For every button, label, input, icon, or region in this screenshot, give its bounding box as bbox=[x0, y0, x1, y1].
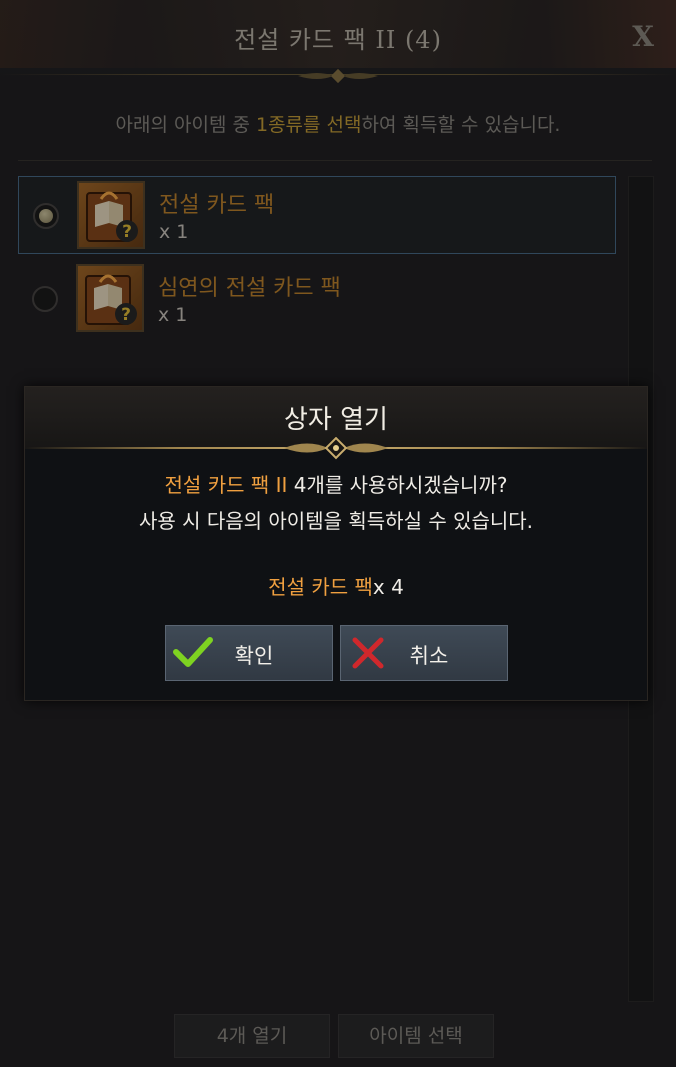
dialog-description: 사용 시 다음의 아이템을 획득하실 수 있습니다. bbox=[138, 509, 534, 533]
confirm-button[interactable]: 확인 bbox=[165, 625, 333, 681]
dialog-ornament bbox=[25, 437, 647, 461]
cancel-label: 취소 bbox=[409, 644, 449, 668]
dialog-reward: 전설 카드 팩x 4 bbox=[25, 571, 647, 600]
open-box-dialog: 상자 열기 전설 카드 팩 II 4개를 사용하시겠습니까? 사용 시 다음의 … bbox=[24, 386, 648, 701]
confirm-label: 확인 bbox=[234, 644, 274, 668]
ornament-icon bbox=[284, 437, 388, 460]
dialog-question: 전설 카드 팩 II 4개를 사용하시겠습니까? bbox=[164, 473, 508, 497]
reward-item-name: 전설 카드 팩 bbox=[268, 575, 373, 599]
dialog-item-name: 전설 카드 팩 II bbox=[164, 473, 288, 497]
cancel-button[interactable]: 취소 bbox=[340, 625, 508, 681]
dialog-title: 상자 열기 bbox=[284, 405, 388, 435]
reward-quantity: x 4 bbox=[372, 575, 404, 599]
